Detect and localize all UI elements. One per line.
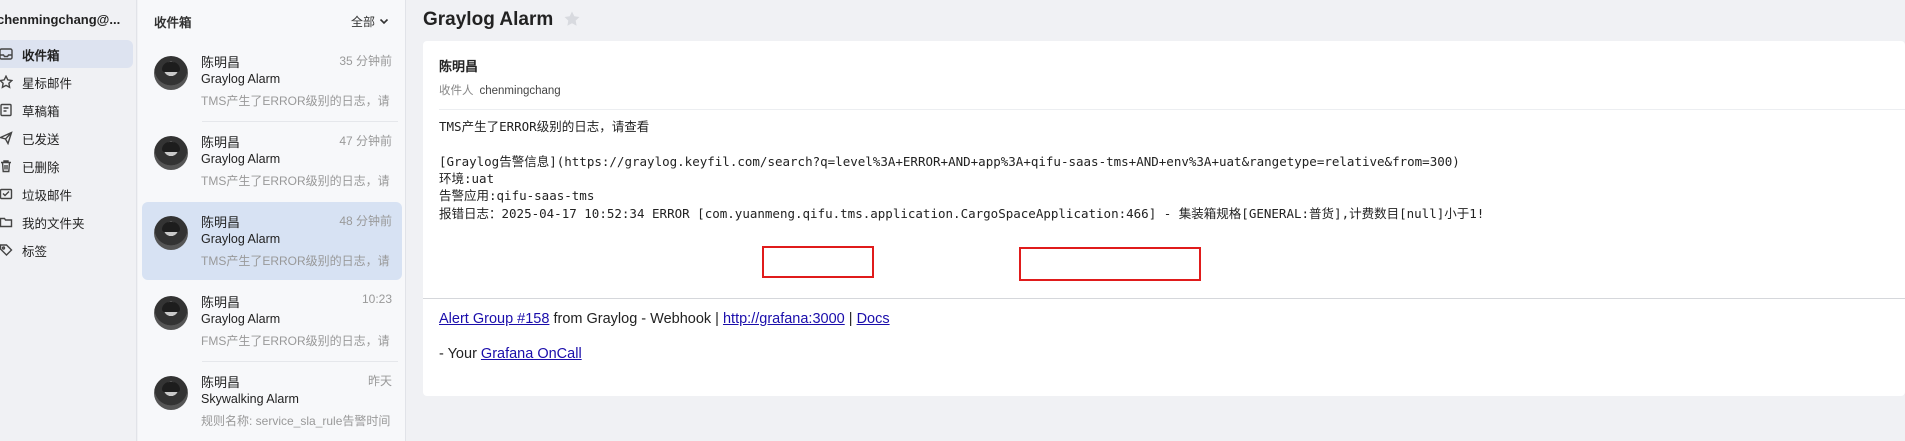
message-preview: TMS产生了ERROR级别的日志，请 [201,254,390,268]
avatar [154,296,188,330]
message-sender: 陈明昌 [201,295,241,310]
nav-label: 已发送 [22,132,60,147]
body-line-graylog-link: [Graylog告警信息](https://graylog.keyfil.com… [439,154,1460,169]
nav-label: 收件箱 [22,48,60,63]
message-sender: 陈明昌 [201,135,241,150]
folder-icon [0,214,14,230]
message-subject: Graylog Alarm [201,232,281,246]
message-time: 35 分钟前 [339,54,392,68]
list-header: 收件箱 全部 [138,0,405,42]
signature-prefix: - Your [439,346,481,362]
list-item[interactable]: 陈明昌 昨天 Skywalking Alarm 规则名称: service_sl… [142,362,402,440]
sidebar: chenmingchang@... 收件箱 星标邮件 草稿箱 已发送 已删除 垃… [0,0,137,441]
list-item[interactable]: 陈明昌 10:23 Graylog Alarm FMS产生了ERROR级别的日志… [142,282,402,360]
message-subject: Skywalking Alarm [201,392,299,406]
nav-label: 垃圾邮件 [22,188,73,203]
nav-label: 星标邮件 [22,76,73,91]
nav-my-folders[interactable]: 我的文件夹 [0,208,133,236]
body-line-app: 告警应用:qifu-saas-tms [439,188,595,203]
nav-label: 已删除 [22,160,60,175]
grafana-link[interactable]: http://grafana:3000 [723,311,845,327]
folder-nav: 收件箱 星标邮件 草稿箱 已发送 已删除 垃圾邮件 我的文件夹 标签 [0,40,133,264]
links-line: Alert Group #158 from Graylog - Webhook … [439,311,890,327]
star-icon[interactable] [563,10,581,31]
body-line-intro: TMS产生了ERROR级别的日志，请查看 [439,119,650,134]
message-title-bar: Graylog Alarm [423,9,581,31]
inbox-icon [0,46,14,62]
message-card: 陈明昌 收件人 chenmingchang TMS产生了ERROR级别的日志，请查… [423,41,1905,396]
list-item[interactable]: 陈明昌 47 分钟前 Graylog Alarm TMS产生了ERROR级别的日… [142,122,402,200]
body-divider [423,298,1905,299]
message-time: 47 分钟前 [339,134,392,148]
tag-icon [0,242,14,258]
chevron-down-icon [379,18,389,25]
account-name[interactable]: chenmingchang@... [0,12,137,27]
list-title: 收件箱 [154,15,192,30]
message-subject: Graylog Alarm [201,72,281,86]
nav-inbox[interactable]: 收件箱 [0,40,133,68]
nav-tags[interactable]: 标签 [0,236,133,264]
nav-label: 草稿箱 [22,104,60,119]
message-title: Graylog Alarm [423,9,554,30]
pipe-separator: | [844,311,857,327]
nav-label: 我的文件夹 [22,216,85,231]
nav-label: 标签 [22,244,48,259]
avatar [154,56,188,90]
message-preview: TMS产生了ERROR级别的日志，请 [201,94,390,108]
avatar [154,376,188,410]
message-time: 昨天 [367,374,392,388]
list-item-selected[interactable]: 陈明昌 48 分钟前 Graylog Alarm TMS产生了ERROR级别的日… [142,202,402,280]
from-text: from Graylog - Webhook | [549,311,723,327]
oncall-link[interactable]: Grafana OnCall [481,346,582,362]
body-line-error: 报错日志：2025-04-17 10:52:34 ERROR [com.yuan… [439,206,1485,221]
header-divider [439,109,1905,110]
nav-deleted[interactable]: 已删除 [0,152,133,180]
message-preview: FMS产生了ERROR级别的日志，请 [201,334,390,348]
highlight-box-alert-group [762,246,874,278]
message-subject: Graylog Alarm [201,312,281,326]
message-subject: Graylog Alarm [201,152,281,166]
nav-starred[interactable]: 星标邮件 [0,68,133,96]
nav-sent[interactable]: 已发送 [0,124,133,152]
filter-dropdown[interactable]: 全部 [351,13,389,30]
message-sender: 陈明昌 [201,55,241,70]
signature-line: - Your Grafana OnCall [439,346,582,362]
alert-group-link[interactable]: Alert Group #158 [439,311,549,327]
message-time: 10:23 [361,292,392,306]
star-icon [0,74,14,90]
docs-link[interactable]: Docs [857,311,890,327]
avatar [154,216,188,250]
highlight-box-links [1019,247,1201,281]
draft-icon [0,102,14,118]
message-time: 48 分钟前 [339,214,392,228]
message-sender: 陈明昌 [201,375,241,390]
message-preview: 规则名称: service_sla_rule告警时间 [201,414,391,428]
avatar [154,136,188,170]
message-preview: TMS产生了ERROR级别的日志，请 [201,174,390,188]
trash-icon [0,158,14,174]
spam-icon [0,186,14,202]
sender-name[interactable]: 陈明昌 [439,56,478,75]
recipient-line: 收件人 chenmingchang [439,82,561,98]
nav-spam[interactable]: 垃圾邮件 [0,180,133,208]
list-item[interactable]: 陈明昌 35 分钟前 Graylog Alarm TMS产生了ERROR级别的日… [142,42,402,120]
reading-pane: Graylog Alarm 陈明昌 收件人 chenmingchang TMS产生… [407,0,1905,441]
recipient-name[interactable]: chenmingchang [480,85,561,97]
filter-label: 全部 [350,14,375,29]
nav-drafts[interactable]: 草稿箱 [0,96,133,124]
send-icon [0,130,14,146]
recipient-label: 收件人 [439,85,474,97]
message-sender: 陈明昌 [201,215,241,230]
message-list: 收件箱 全部 陈明昌 35 分钟前 Graylog Alarm TMS产生了ER… [138,0,406,441]
